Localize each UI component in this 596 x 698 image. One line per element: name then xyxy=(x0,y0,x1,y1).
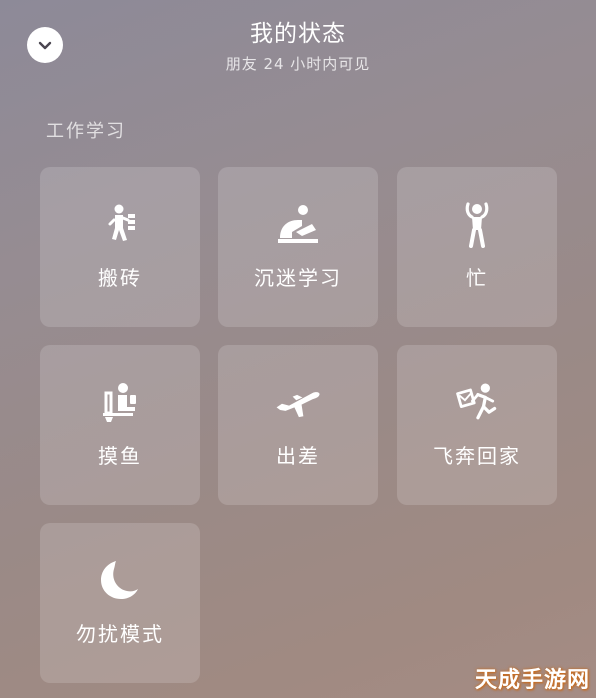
page-title: 我的状态 xyxy=(250,21,346,47)
status-label: 忙 xyxy=(466,266,488,290)
status-label: 出差 xyxy=(276,444,320,468)
busy-person-icon xyxy=(452,199,502,249)
status-tile-carrying-bricks[interactable]: 搬砖 xyxy=(40,167,200,327)
slacking-icon xyxy=(95,377,145,427)
status-label: 勿扰模式 xyxy=(76,622,164,646)
section-title-work-study: 工作学习 xyxy=(46,121,126,142)
status-label: 摸鱼 xyxy=(98,444,142,468)
status-tile-studying[interactable]: 沉迷学习 xyxy=(218,167,378,327)
status-label: 飞奔回家 xyxy=(433,444,521,468)
airplane-icon xyxy=(273,377,323,427)
status-label: 沉迷学习 xyxy=(254,266,342,290)
status-tile-running-home[interactable]: 飞奔回家 xyxy=(397,345,557,505)
status-tile-business-trip[interactable]: 出差 xyxy=(218,345,378,505)
visibility-note: 朋友 24 小时内可见 xyxy=(225,55,371,73)
studying-icon xyxy=(273,199,323,249)
status-tile-do-not-disturb[interactable]: 勿扰模式 xyxy=(40,523,200,683)
status-tile-slacking[interactable]: 摸鱼 xyxy=(40,345,200,505)
carrying-bricks-icon xyxy=(95,199,145,249)
status-tile-busy[interactable]: 忙 xyxy=(397,167,557,327)
watermark: 天成手游网 xyxy=(474,668,590,693)
moon-icon xyxy=(95,555,145,605)
running-home-icon xyxy=(452,377,502,427)
status-label: 搬砖 xyxy=(98,266,142,290)
